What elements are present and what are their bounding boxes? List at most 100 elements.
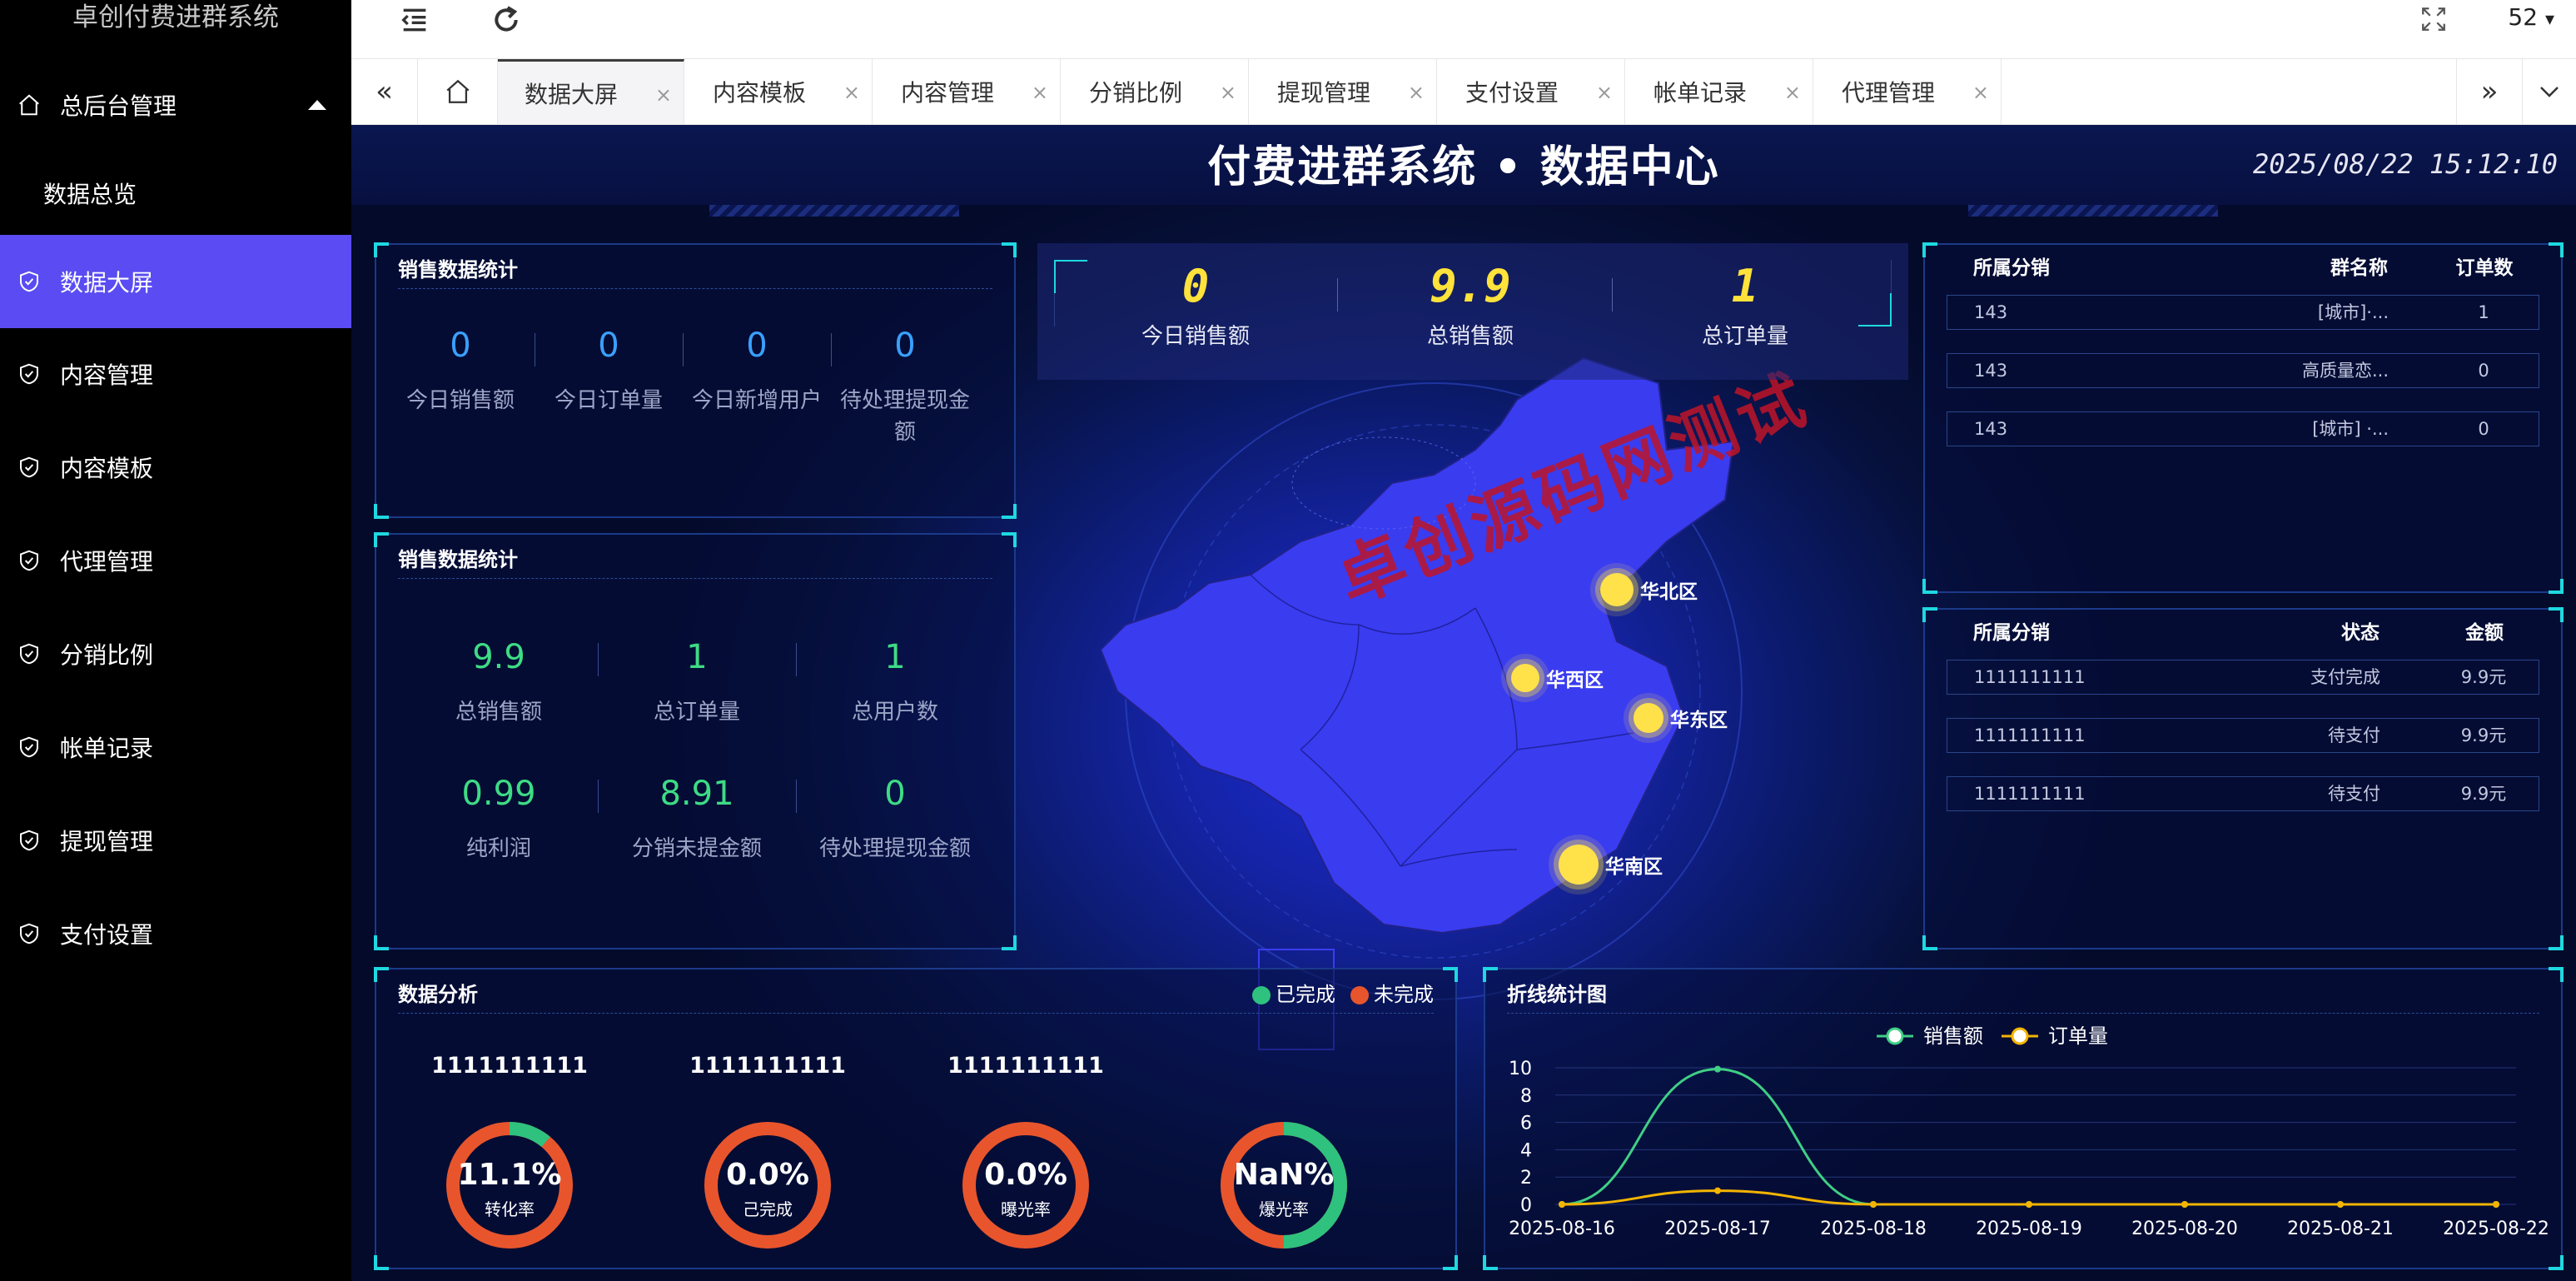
table-row[interactable]: 1111111111 支付完成 9.9元 [1947,660,2539,695]
center-stat: 1 总订单量 [1612,260,1878,350]
sidebar-group-label: 总后台管理 [60,92,177,120]
table-cell: [城市] ·... [2312,419,2389,439]
close-icon[interactable]: × [655,83,672,107]
stat-item: 0 待处理提现金额 [796,775,994,865]
tab-label: 内容模板 [713,79,807,107]
sidebar-item[interactable]: 提现管理 [0,794,351,887]
donut-number: 1111111111 [689,1053,846,1079]
center-stat: 0 今日销售额 [1062,260,1329,350]
legend-label: 未完成 [1374,983,1434,1006]
dashboard-datetime: 2025/08/22 15:12:10 [2252,148,2558,180]
sidebar-item[interactable]: 内容模板 [0,421,351,514]
donut-chart: 11.1% 转化率 [442,1118,577,1253]
stat-label: 待处理提现金额 [839,388,970,445]
zoom-value: 52 [2508,3,2539,31]
sidebar-group-admin[interactable]: 总后台管理 [0,58,351,152]
sidebar-item[interactable]: 帐单记录 [0,700,351,794]
close-icon[interactable]: × [1408,81,1425,104]
table-row[interactable]: 1111111111 待支付 9.9元 [1947,776,2539,811]
tab-label: 分销比例 [1089,79,1183,107]
map-region-marker[interactable]: 华东区 [1634,703,1728,733]
legend-dot-icon [1350,986,1369,1004]
tab-label: 代理管理 [1842,79,1936,107]
tab[interactable]: 内容管理 × [874,59,1061,124]
sidebar-item[interactable]: 数据大屏 [0,235,351,328]
table-header-cell: 金额 [2465,622,2504,644]
table-row[interactable]: 143 高质量恋... 0 [1947,353,2539,388]
donut-number: 1111111111 [947,1053,1104,1079]
home-tab-button[interactable] [418,59,498,124]
data-point [2181,1201,2188,1208]
map-region-marker[interactable]: 华西区 [1511,664,1604,692]
table-cell: 0 [2478,419,2489,439]
sidebar-item[interactable]: 支付设置 [0,887,351,980]
refresh-icon[interactable] [490,3,523,37]
sidebar-item[interactable]: 数据总览 [0,147,351,240]
data-point [1714,1187,1721,1194]
tab[interactable]: 内容模板 × [686,59,873,124]
center-stat-label: 今日销售额 [1141,324,1250,349]
tabs-menu-button[interactable] [2523,59,2576,124]
tabs-scroll-left-button[interactable]: « [351,59,418,124]
tab-label: 数据大屏 [525,80,619,108]
tabs-scroll-right-button[interactable]: » [2456,59,2523,124]
close-icon[interactable]: × [1972,81,1989,104]
sidebar-item[interactable]: 内容管理 [0,327,351,421]
donut-number: 1111111111 [431,1053,588,1079]
close-icon[interactable]: × [1032,81,1048,104]
data-point [2026,1201,2032,1208]
table-cell: 待支付 [2328,725,2380,745]
menu-fold-icon[interactable] [398,3,431,37]
sidebar-item[interactable]: 分销比例 [0,607,351,700]
double-chevron-left-icon: « [375,75,393,108]
tab[interactable]: 支付设置 × [1439,59,1625,124]
chart-legend-item[interactable]: 销售额 [1877,1024,1983,1048]
close-icon[interactable]: × [1220,81,1236,104]
table-cell: 1111111111 [1974,784,2086,804]
x-tick-label: 2025-08-16 [1509,1219,1615,1239]
sidebar-item-label: 代理管理 [60,548,154,576]
sidebar-item-label: 内容管理 [60,361,154,389]
map-region-marker[interactable]: 华北区 [1600,573,1698,606]
tab[interactable]: 提现管理 × [1251,59,1437,124]
map-dot-icon [1559,845,1599,885]
sidebar-item[interactable]: 代理管理 [0,514,351,607]
fullscreen-icon[interactable] [2419,5,2448,33]
close-icon[interactable]: × [843,81,860,104]
table-cell: 1111111111 [1974,725,2086,745]
stat-value: 0 [884,775,906,813]
legend-item[interactable]: 未完成 [1350,983,1434,1006]
tab[interactable]: 帐单记录 × [1627,59,1813,124]
map-region-marker[interactable]: 华南区 [1559,845,1663,885]
legend-label: 销售额 [1923,1024,1983,1048]
table-header-cell: 所属分销 [1973,622,2050,644]
tab[interactable]: 分销比例 × [1062,59,1249,124]
close-icon[interactable]: × [1596,81,1613,104]
zoom-dropdown[interactable]: 52 ▾ [2508,0,2554,37]
stat-label: 总订单量 [653,700,740,725]
tab-label: 支付设置 [1465,79,1559,107]
table-cell: 143 [1974,361,2008,381]
table-cell: 9.9元 [2460,667,2507,687]
chart-legend-item[interactable]: 订单量 [2002,1024,2108,1048]
stat-item: 0 今日订单量 [535,326,683,416]
table-cell: 1111111111 [1974,667,2086,687]
table-row[interactable]: 143 [城市]·... 1 [1947,295,2539,330]
y-tick-label: 2 [1520,1168,1532,1189]
tab-bar: « 数据大屏 × 内容模板 × 内容管理 × 分销比例 × 提现管理 × 支付设置 × 帐单记录 × 代理管… [351,58,2576,125]
tab[interactable]: 代理管理 × [1815,59,2002,124]
caret-up-icon[interactable] [308,100,326,110]
table-row[interactable]: 143 [城市] ·... 0 [1947,411,2539,446]
map-dot-icon [1634,703,1663,733]
shield-check-icon [20,643,38,665]
table-row[interactable]: 1111111111 待支付 9.9元 [1947,718,2539,753]
stat-item: 0 待处理提现金额 [831,326,979,448]
y-tick-label: 10 [1509,1059,1532,1079]
close-icon[interactable]: × [1784,81,1801,104]
legend-item[interactable]: 已完成 [1252,983,1335,1006]
stat-label: 今日新增用户 [691,388,822,413]
tab[interactable]: 数据大屏 × [498,59,684,124]
stat-value: 0 [746,326,768,365]
center-stat-value: 1 [1731,260,1759,312]
tab-label: 内容管理 [901,79,995,107]
